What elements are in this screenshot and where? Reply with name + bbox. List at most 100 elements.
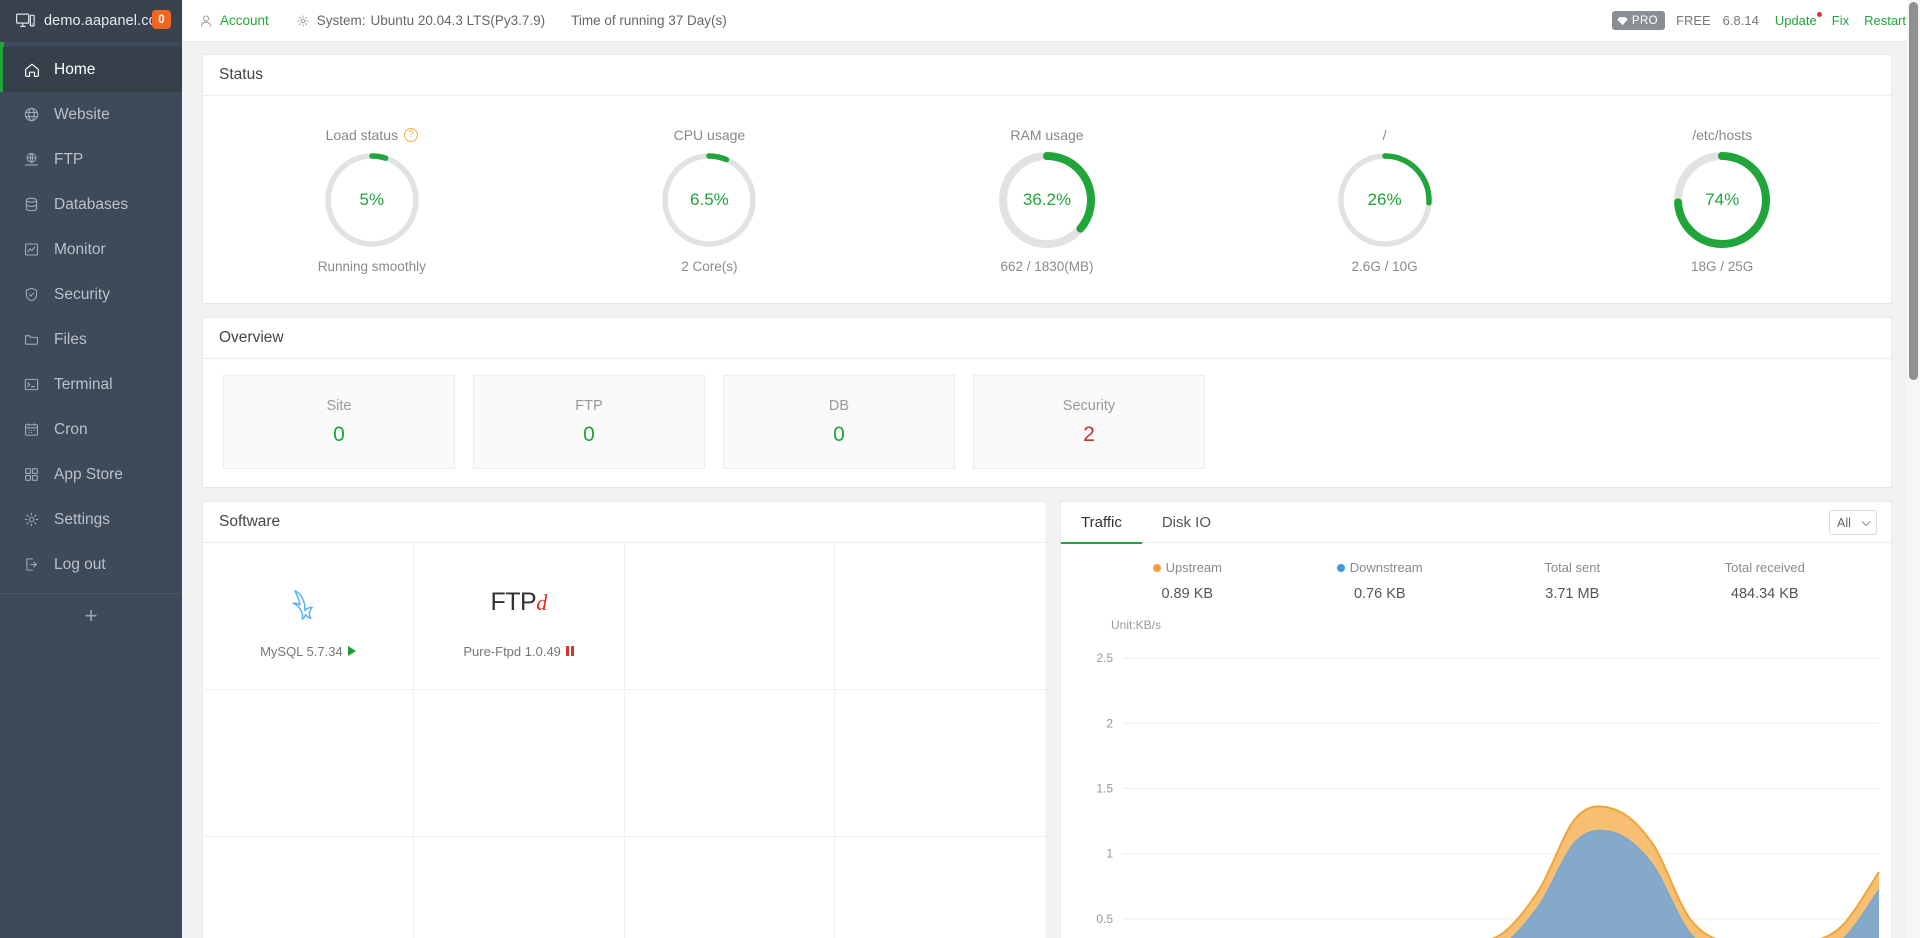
legend-dot: [1336, 563, 1345, 572]
software-item[interactable]: MySQL 5.7.34: [203, 543, 414, 690]
software-card: Software MySQL 5.7.34 FTPd Pure-Ftpd 1.0.4…: [202, 501, 1047, 938]
calendar-icon: [22, 420, 41, 439]
tab-traffic[interactable]: Traffic: [1061, 502, 1142, 544]
overview-card-ftp[interactable]: FTP 0: [473, 375, 705, 469]
gear-icon: [295, 13, 311, 29]
gauge-title-text: /: [1382, 126, 1387, 143]
status-stopped-icon[interactable]: [565, 646, 574, 656]
pro-badge-label: PRO: [1631, 14, 1658, 27]
system-value: Ubuntu 20.04.3 LTS(Py3.7.9): [370, 13, 546, 28]
sidebar-item-databases[interactable]: Databases: [0, 182, 182, 227]
traffic-stat-label-text: Upstream: [1165, 560, 1222, 575]
restart-button[interactable]: Restart: [1864, 13, 1906, 28]
gauge-ring: 36.2%: [997, 150, 1097, 250]
version-label: 6.8.14: [1722, 13, 1759, 28]
sidebar-item-terminal[interactable]: Terminal: [0, 362, 182, 407]
traffic-stat-label: Downstream: [1336, 560, 1423, 575]
home-icon: [22, 60, 41, 79]
overview-value: 0: [583, 422, 595, 446]
grid-icon: [22, 465, 41, 484]
brand[interactable]: demo.aapanel.co 0: [0, 0, 182, 42]
traffic-tabs: Traffic Disk IO All: [1061, 502, 1891, 544]
sidebar-item-app-store[interactable]: App Store: [0, 452, 182, 497]
gauge-percent: 74%: [1705, 189, 1740, 209]
sidebar-item-security[interactable]: Security: [0, 272, 182, 317]
database-icon: [22, 195, 41, 214]
pro-badge[interactable]: PRO: [1611, 11, 1665, 30]
traffic-stat-label-text: Total sent: [1544, 560, 1601, 575]
gauge-ring: 74%: [1672, 150, 1772, 250]
gauge-subtitle: Running smoothly: [317, 258, 426, 274]
overview-card-site[interactable]: Site 0: [223, 375, 455, 469]
folder-icon: [22, 330, 41, 349]
gauge-percent: 36.2%: [1022, 189, 1072, 209]
gauge-percent: 6.5%: [690, 189, 729, 209]
software-empty-cell: [203, 837, 414, 938]
gauge-title-text: Load status: [325, 126, 398, 143]
overview-label: Site: [326, 397, 352, 414]
y-axis-tick: 0.5: [1096, 912, 1113, 926]
gauge-title-text: CPU usage: [673, 126, 746, 143]
account-group[interactable]: Account: [198, 13, 269, 29]
gauge-subtitle: 2 Core(s): [681, 258, 738, 274]
status-title: Status: [203, 55, 1891, 96]
traffic-area-chart: 0.5 1 1.5 2 2.5: [1096, 651, 1880, 938]
sidebar: demo.aapanel.co 0 Home Website FTP Datab…: [0, 0, 182, 938]
bottom-row: Software MySQL 5.7.34 FTPd Pure-Ftpd 1.0.4…: [202, 501, 1892, 938]
uptime-text: Time of running 37 Day(s): [571, 13, 727, 28]
software-title: Software: [203, 502, 1046, 543]
y-axis-tick: 1: [1106, 847, 1113, 861]
user-icon: [198, 13, 214, 29]
downstream-line: [1510, 829, 1880, 938]
sidebar-item-home[interactable]: Home: [0, 47, 182, 92]
shield-icon: [22, 285, 41, 304]
legend-dot: [1152, 563, 1161, 572]
overview-card-db[interactable]: DB 0: [723, 375, 955, 469]
sidebar-item-website[interactable]: Website: [0, 92, 182, 137]
gauge-title: /: [1383, 126, 1387, 144]
traffic-filter-select[interactable]: All: [1829, 510, 1877, 535]
sidebar-item-log-out[interactable]: Log out: [0, 542, 182, 587]
sidebar-item-label: Website: [54, 105, 110, 123]
y-axis-tick: 2.5: [1096, 651, 1113, 665]
software-grid: MySQL 5.7.34 FTPd Pure-Ftpd 1.0.49: [203, 543, 1046, 938]
software-item[interactable]: FTPd Pure-Ftpd 1.0.49: [413, 543, 625, 690]
software-name: MySQL 5.7.34: [260, 644, 356, 659]
scrollbar-thumb[interactable]: [1909, 2, 1918, 380]
globe-icon: [22, 105, 41, 124]
sidebar-item-files[interactable]: Files: [0, 317, 182, 362]
software-empty-cell: [624, 543, 836, 690]
status-running-icon[interactable]: [347, 646, 356, 656]
tab-disk-io[interactable]: Disk IO: [1142, 502, 1231, 543]
traffic-stat-value: 484.34 KB: [1730, 586, 1799, 602]
sidebar-item-cron[interactable]: Cron: [0, 407, 182, 452]
y-axis-tick: 1.5: [1096, 781, 1113, 795]
sidebar-item-monitor[interactable]: Monitor: [0, 227, 182, 272]
software-empty-cell: [203, 690, 414, 837]
software-empty-cell: [835, 690, 1046, 837]
uptime-group: Time of running 37 Day(s): [571, 13, 727, 28]
traffic-stats: Upstream 0.89 KB Downstream 0.76 KB Total se…: [1061, 543, 1891, 602]
sidebar-item-label: Settings: [54, 510, 111, 528]
fix-button[interactable]: Fix: [1832, 13, 1849, 28]
sidebar-item-ftp[interactable]: FTP: [0, 137, 182, 182]
topbar: Account System: Ubuntu 20.04.3 LTS(Py3.7…: [182, 0, 1920, 42]
overview-card: Overview Site 0 FTP 0 DB 0 Security 2: [202, 317, 1892, 488]
overview-value: 2: [1083, 422, 1095, 446]
sidebar-item-settings[interactable]: Settings: [0, 497, 182, 542]
software-empty-cell: [413, 690, 625, 837]
overview-card-security[interactable]: Security 2: [973, 375, 1205, 469]
sidebar-item-label: Log out: [54, 555, 106, 573]
help-icon[interactable]: ?: [403, 127, 418, 142]
sidebar-add-button[interactable]: +: [0, 594, 182, 638]
traffic-chart[interactable]: Unit:KB/s 0.5 1 1.5 2 2.5: [1061, 614, 1891, 938]
gauge-title: /etc/hosts: [1692, 126, 1752, 144]
gauge-title-text: /etc/hosts: [1692, 126, 1753, 143]
account-link[interactable]: Account: [220, 13, 269, 28]
brand-badge[interactable]: 0: [152, 10, 171, 29]
software-name: Pure-Ftpd 1.0.49: [463, 644, 574, 659]
update-button[interactable]: Update: [1775, 12, 1822, 28]
sidebar-item-label: Databases: [54, 195, 129, 213]
status-gauges: Load status? 5% Running smoothly CPU usage 6…: [203, 96, 1891, 303]
main-area: Account System: Ubuntu 20.04.3 LTS(Py3.7…: [182, 0, 1920, 938]
